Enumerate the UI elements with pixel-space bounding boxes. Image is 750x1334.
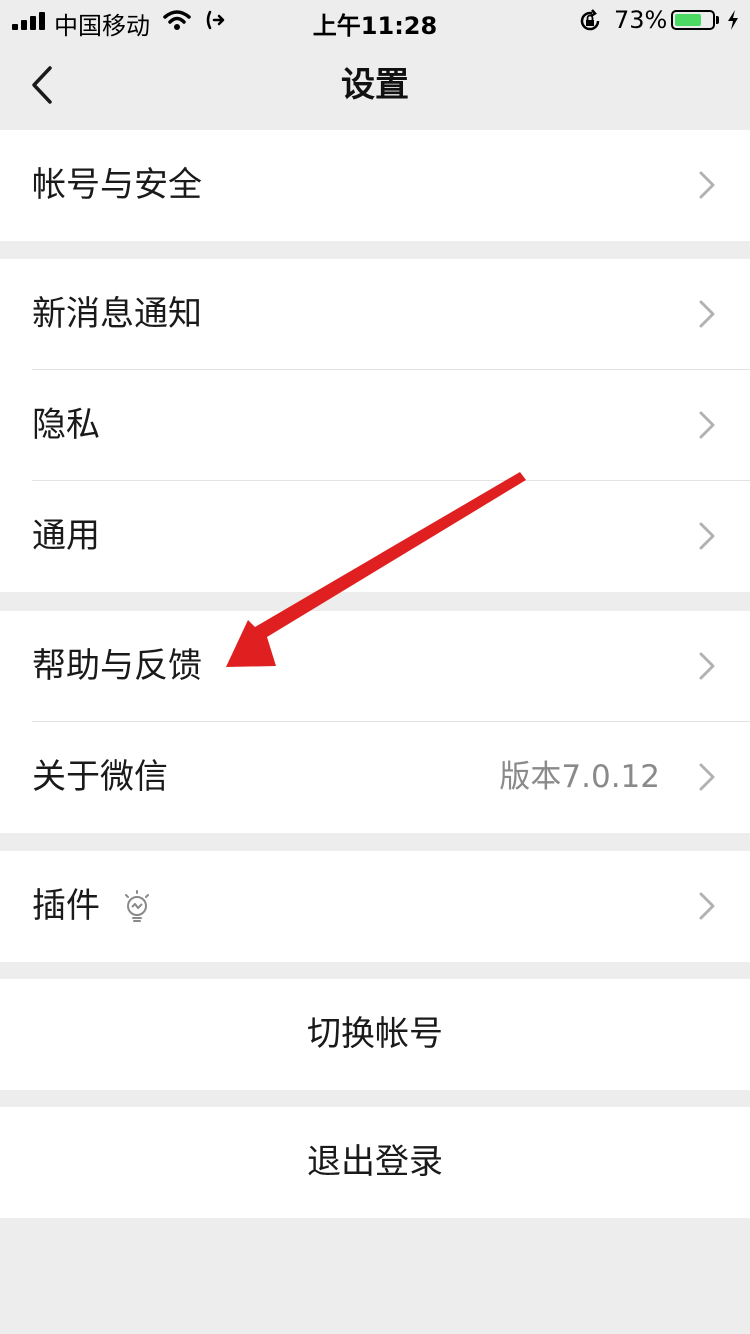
page-title: 设置 bbox=[341, 65, 409, 105]
settings-item-notifications[interactable]: 新消息通知 bbox=[0, 259, 750, 370]
battery-cap bbox=[716, 16, 719, 24]
chevron-right-icon bbox=[699, 411, 715, 439]
settings-item-account-security[interactable]: 帐号与安全 bbox=[0, 130, 750, 241]
group-account: 帐号与安全 bbox=[0, 130, 750, 241]
settings-item-label: 帮助与反馈 bbox=[32, 646, 202, 686]
switch-account-button[interactable]: 切换帐号 bbox=[0, 979, 750, 1090]
settings-item-general[interactable]: 通用 bbox=[0, 481, 750, 592]
version-value: 版本7.0.12 bbox=[499, 759, 660, 795]
group-preferences: 新消息通知 隐私 通用 bbox=[0, 259, 750, 592]
settings-item-label: 隐私 bbox=[32, 405, 100, 445]
chevron-right-icon bbox=[699, 892, 715, 920]
settings-item-label: 关于微信 bbox=[32, 757, 168, 797]
status-bar: 中国移动 上午11:28 73% bbox=[0, 0, 750, 40]
charging-icon bbox=[728, 10, 738, 30]
settings-item-label: 通用 bbox=[32, 516, 100, 556]
group-info: 帮助与反馈 关于微信 版本7.0.12 bbox=[0, 611, 750, 833]
nav-bar: 设置 bbox=[0, 40, 750, 130]
chevron-right-icon bbox=[699, 522, 715, 550]
settings-item-label: 帐号与安全 bbox=[32, 165, 202, 205]
settings-item-plugins[interactable]: 插件 bbox=[0, 851, 750, 962]
lightbulb-icon bbox=[125, 890, 149, 922]
group-plugins: 插件 bbox=[0, 851, 750, 962]
rotation-lock-icon bbox=[580, 9, 600, 31]
chevron-right-icon bbox=[699, 763, 715, 791]
chevron-right-icon bbox=[699, 300, 715, 328]
settings-item-about[interactable]: 关于微信 版本7.0.12 bbox=[0, 722, 750, 833]
settings-item-privacy[interactable]: 隐私 bbox=[0, 370, 750, 481]
logout-button[interactable]: 退出登录 bbox=[0, 1107, 750, 1218]
settings-item-label: 插件 bbox=[32, 886, 100, 926]
chevron-right-icon bbox=[699, 652, 715, 680]
battery-percent: 73% bbox=[614, 6, 668, 34]
chevron-right-icon bbox=[699, 171, 715, 199]
settings-item-label: 新消息通知 bbox=[32, 294, 202, 334]
settings-item-help-feedback[interactable]: 帮助与反馈 bbox=[0, 611, 750, 722]
battery-icon bbox=[671, 10, 715, 30]
